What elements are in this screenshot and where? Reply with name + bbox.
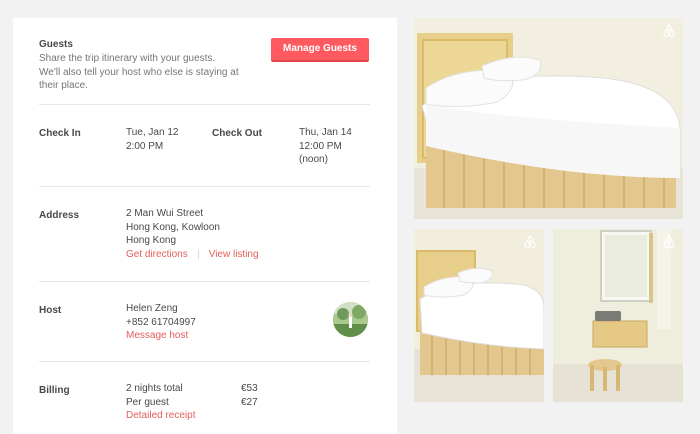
billing-row-value: €27	[241, 396, 258, 408]
listing-photo-main[interactable]	[414, 18, 683, 219]
address-line-2: Hong Kong, Kowloon	[126, 221, 220, 233]
divider	[39, 361, 370, 362]
host-phone: +852 61704997	[126, 316, 196, 328]
message-host-link[interactable]: Message host	[126, 329, 196, 343]
bed-photo-main	[414, 18, 683, 219]
check-out-date: Thu, Jan 14	[299, 127, 352, 138]
get-directions-link[interactable]: Get directions	[126, 248, 188, 262]
address-label: Address	[39, 210, 80, 221]
divider	[39, 281, 370, 282]
host-avatar[interactable]	[333, 302, 368, 337]
address-line-3: Hong Kong	[126, 235, 177, 246]
check-out-label: Check Out	[212, 128, 263, 139]
divider	[39, 104, 370, 105]
address-block: 2 Man Wui Street Hong Kong, Kowloon Hong…	[126, 207, 259, 261]
check-out-note: (noon)	[299, 154, 328, 165]
billing-block: 2 nights total €53 Per guest €27 Detaile…	[126, 382, 258, 423]
vanity-photo	[553, 229, 683, 402]
view-listing-link[interactable]: View listing	[209, 248, 259, 262]
detailed-receipt-link[interactable]: Detailed receipt	[126, 409, 258, 423]
billing-label: Billing	[39, 385, 70, 396]
check-in-label: Check In	[39, 128, 81, 139]
divider	[39, 186, 370, 187]
airbnb-logo-icon	[524, 235, 536, 249]
avatar-photo	[333, 302, 368, 337]
billing-row: Per guest €27	[126, 396, 258, 410]
bed-photo-small	[414, 229, 544, 402]
billing-row-label: 2 nights total	[126, 383, 183, 394]
address-links: Get directions View listing	[126, 248, 259, 262]
itinerary-card: Guests Share the trip itinerary with you…	[13, 18, 397, 434]
airbnb-logo-icon	[663, 24, 675, 38]
listing-photo-2[interactable]	[414, 229, 544, 402]
address-line-1: 2 Man Wui Street	[126, 208, 204, 219]
check-in-value: Tue, Jan 12 2:00 PM	[126, 126, 178, 153]
link-separator	[197, 249, 199, 260]
guests-heading: Guests	[39, 39, 73, 50]
host-block: Helen Zeng +852 61704997 Message host	[126, 302, 196, 343]
airbnb-logo-icon	[663, 235, 675, 249]
host-name: Helen Zeng	[126, 303, 178, 314]
guests-description: Share the trip itinerary with your guest…	[39, 53, 239, 91]
check-in-time: 2:00 PM	[126, 140, 164, 152]
check-out-time: 12:00 PM	[299, 140, 342, 152]
manage-guests-button[interactable]: Manage Guests	[271, 38, 369, 62]
check-in-date: Tue, Jan 12	[126, 127, 179, 138]
billing-row-value: €53	[241, 383, 258, 394]
check-out-value: Thu, Jan 14 12:00 PM (noon)	[299, 126, 352, 167]
billing-row-label: Per guest	[126, 396, 169, 408]
billing-row: 2 nights total €53	[126, 382, 258, 396]
host-label: Host	[39, 305, 62, 316]
listing-photo-3[interactable]	[553, 229, 683, 402]
